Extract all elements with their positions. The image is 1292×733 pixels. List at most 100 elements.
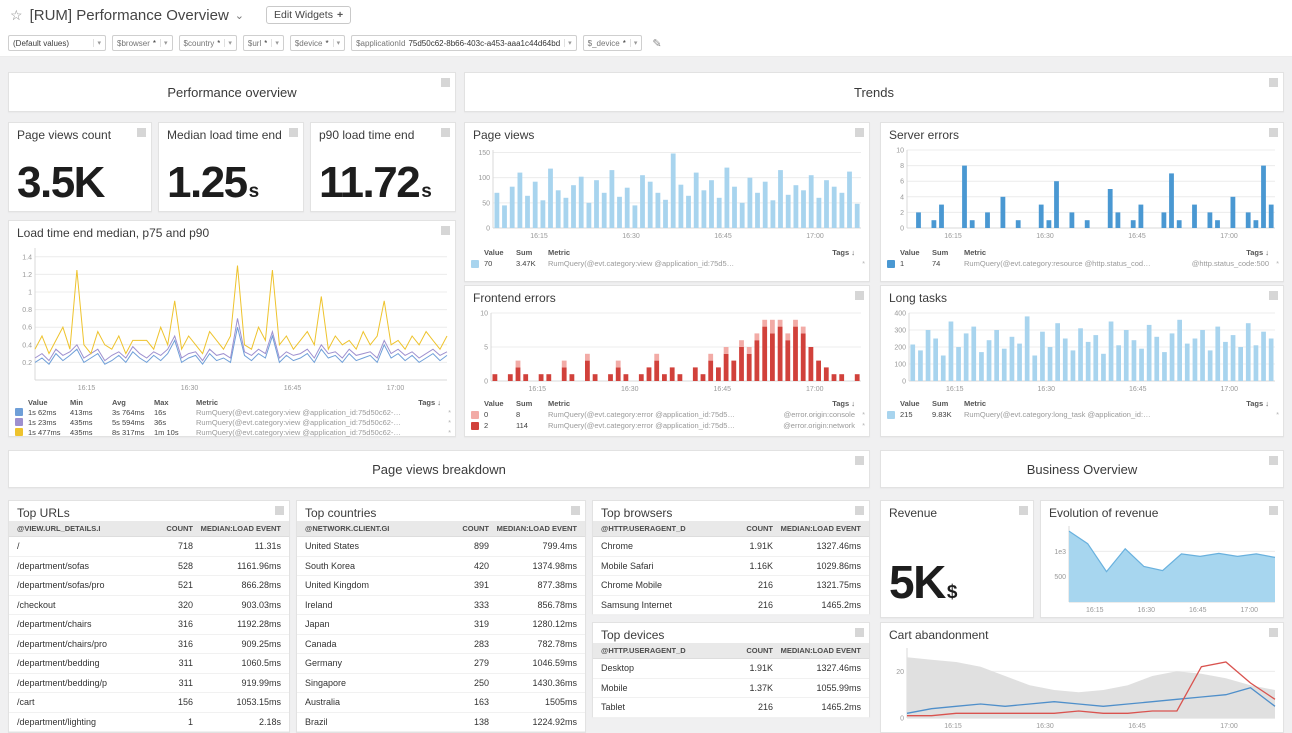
- legend-row[interactable]: 70 3.47K RumQuery(@evt.category:view @appl…: [471, 258, 865, 269]
- svg-text:17:00: 17:00: [1221, 386, 1239, 393]
- widget-title: Cart abandonment: [889, 628, 989, 642]
- widget-options-icon[interactable]: [275, 506, 284, 515]
- variable-value: *: [622, 38, 626, 48]
- frontend-errors-legend: Value Sum Metric Tags ↓ 0 8 RumQuery(@evt.cate…: [471, 398, 865, 431]
- widget-revenue-evolution[interactable]: Evolution of revenue 500 1e3 16:15 16:30 16:…: [1040, 500, 1284, 618]
- long-tasks-chart[interactable]: 0 100 200 300 400 16:15 16:30 16:45 17:00: [883, 308, 1281, 394]
- widget-options-icon[interactable]: [1269, 456, 1278, 465]
- value-text: 5K: [889, 556, 946, 608]
- table-row: United Kingdom 391 877.38ms: [297, 576, 585, 596]
- widget-page-views-count[interactable]: Page views count 3.5K: [8, 122, 152, 212]
- table-row: Chrome 1.91K 1327.46ms: [593, 537, 869, 557]
- svg-text:400: 400: [894, 311, 906, 318]
- widget-options-icon[interactable]: [1269, 128, 1278, 137]
- template-variable-country[interactable]: $country * ▾: [178, 35, 237, 51]
- group-performance-overview: Performance overview: [8, 72, 456, 112]
- widget-long-tasks[interactable]: Long tasks 0 100 200 300 400 16:15 16:30 16:45 1…: [880, 285, 1284, 437]
- legend-row[interactable]: 215 9.83K RumQuery(@evt.category:long_task…: [887, 409, 1279, 420]
- legend-row[interactable]: 1s 62ms 413ms 3s 764ms 16s RumQuery(@evt.cat…: [15, 407, 451, 417]
- svg-text:0: 0: [484, 379, 488, 386]
- widget-top-countries[interactable]: Top countries @NETWORK.CLIENT.GI COUNT MED…: [296, 500, 586, 733]
- widget-options-icon[interactable]: [1019, 506, 1028, 515]
- saved-views-select[interactable]: (Default values) ▾: [8, 35, 106, 51]
- favorite-star-icon[interactable]: ☆: [10, 7, 23, 24]
- widget-options-icon[interactable]: [1269, 628, 1278, 637]
- svg-text:500: 500: [1054, 574, 1066, 581]
- table-header: @HTTP.USERAGENT_D COUNT MEDIAN:LOAD EVENT: [593, 521, 869, 537]
- widget-options-icon[interactable]: [855, 628, 864, 637]
- widget-options-icon[interactable]: [441, 128, 450, 137]
- chart-svg: 0 20 16:15 16:30 16:45 17:00: [896, 648, 1276, 730]
- table-row: Ireland 333 856.78ms: [297, 595, 585, 615]
- top-devices-table: @HTTP.USERAGENT_D COUNT MEDIAN:LOAD EVENT D…: [593, 643, 869, 718]
- template-variable-_device[interactable]: $_device * ▾: [582, 35, 643, 51]
- widget-server-errors[interactable]: Server errors 0 2 4 6 8 10 16:15 16:30 16:45 17:0…: [880, 122, 1284, 282]
- widget-options-icon[interactable]: [571, 506, 580, 515]
- widget-options-icon[interactable]: [1269, 291, 1278, 300]
- widget-top-browsers[interactable]: Top browsers @HTTP.USERAGENT_D COUNT MEDIA…: [592, 500, 870, 615]
- widget-frontend-errors[interactable]: Frontend errors 0 5 10 16:15 16:30 16:45 17:00…: [464, 285, 870, 437]
- pencil-icon[interactable]: ✎: [652, 37, 661, 50]
- server-errors-legend: Value Sum Metric Tags ↓ 1 74 RumQuery(@evt.cat…: [887, 247, 1279, 269]
- svg-text:17:00: 17:00: [1220, 233, 1238, 240]
- widget-top-devices[interactable]: Top devices @HTTP.USERAGENT_D COUNT MEDIAN…: [592, 622, 870, 718]
- template-variables: $browser * ▾ $country * ▾ $url * ▾ $device * ▾ $appl…: [112, 35, 643, 51]
- revenue-evolution-chart[interactable]: 500 1e3 16:15 16:30 16:45 17:00: [1043, 521, 1281, 615]
- widget-p90-load-time[interactable]: p90 load time end 11.72 s: [310, 122, 456, 212]
- svg-text:10: 10: [480, 311, 488, 318]
- page-views-chart[interactable]: 0 50 100 150 16:15 16:30 16:45 17:00: [467, 145, 867, 241]
- widget-load-time-chart[interactable]: Load time end median, p75 and p90 0.2 0.4…: [8, 220, 456, 437]
- svg-text:17:00: 17:00: [806, 386, 824, 393]
- svg-text:5: 5: [484, 345, 488, 352]
- widget-title: Load time end median, p75 and p90: [17, 226, 210, 240]
- chevron-down-icon: ▾: [564, 39, 572, 47]
- chevron-down-icon: ▾: [629, 39, 637, 47]
- widget-options-icon[interactable]: [1269, 506, 1278, 515]
- table-row: /department/bedding/p 311 919.99ms: [9, 673, 289, 693]
- table-row: Japan 319 1280.12ms: [297, 615, 585, 635]
- edit-widgets-button[interactable]: Edit Widgets +: [266, 6, 352, 24]
- widget-page-views-chart[interactable]: Page views 0 50 100 150 16:15 16:30 16:45 17:00…: [464, 122, 870, 282]
- chevron-down-icon: ▾: [93, 39, 101, 47]
- widget-revenue[interactable]: Revenue 5K $: [880, 500, 1034, 618]
- widget-options-icon[interactable]: [289, 128, 298, 137]
- widget-options-icon[interactable]: [441, 226, 450, 235]
- svg-text:16:45: 16:45: [1128, 723, 1146, 730]
- template-variable-browser[interactable]: $browser * ▾: [112, 35, 173, 51]
- legend-row[interactable]: 0 8 RumQuery(@evt.category:error @applicat…: [471, 409, 865, 420]
- legend-row[interactable]: 1 74 RumQuery(@evt.category:resource @http…: [887, 258, 1279, 269]
- cart-abandonment-chart[interactable]: 0 20 16:15 16:30 16:45 17:00: [883, 643, 1281, 731]
- group-business-overview: Business Overview: [880, 450, 1284, 488]
- widget-median-load-time[interactable]: Median load time end 1.25 s: [158, 122, 304, 212]
- series-swatch: [471, 410, 479, 419]
- template-variable-applicationId[interactable]: $applicationId 75d50c62-8b66-403c-a453-aa…: [351, 35, 577, 51]
- variable-label: $country: [183, 38, 215, 48]
- long-tasks-legend: Value Sum Metric Tags ↓ 215 9.83K RumQuery(@ev…: [887, 398, 1279, 420]
- dashboard-title-menu[interactable]: [RUM] Performance Overview ⌄: [30, 7, 244, 24]
- load-time-chart[interactable]: 0.2 0.4 0.6 0.8 1 1.2 1.4 16:15 16:30 16:45 17:00: [11, 243, 453, 393]
- widget-options-icon[interactable]: [855, 128, 864, 137]
- svg-text:16:15: 16:15: [946, 386, 964, 393]
- variable-value: 75d50c62-8b66-403c-a453-aaa1c44d64bd: [408, 38, 561, 48]
- frontend-errors-chart[interactable]: 0 5 10 16:15 16:30 16:45 17:00: [467, 308, 867, 394]
- table-row: Brazil 138 1224.92ms: [297, 712, 585, 732]
- widget-options-icon[interactable]: [855, 456, 864, 465]
- svg-text:1: 1: [28, 290, 32, 297]
- svg-text:0: 0: [900, 226, 904, 233]
- widget-options-icon[interactable]: [855, 506, 864, 515]
- legend-row[interactable]: 2 114 RumQuery(@evt.category:error @applic…: [471, 420, 865, 431]
- legend-header: Value Min Avg Max Metric Tags ↓: [28, 397, 441, 407]
- widget-options-icon[interactable]: [1269, 78, 1278, 87]
- query-value: 11.72 s: [319, 161, 432, 205]
- legend-header: Value Sum Metric Tags ↓: [484, 248, 855, 257]
- legend-row[interactable]: 1s 477ms 435ms 8s 317ms 1m 10s RumQuery(@evt…: [15, 427, 451, 437]
- widget-top-urls[interactable]: Top URLs @VIEW.URL_DETAILS.I COUNT MEDIAN:…: [8, 500, 290, 733]
- template-variable-device[interactable]: $device * ▾: [289, 35, 346, 51]
- widget-options-icon[interactable]: [441, 78, 450, 87]
- server-errors-chart[interactable]: 0 2 4 6 8 10 16:15 16:30 16:45 17:00: [883, 145, 1281, 241]
- widget-options-icon[interactable]: [855, 291, 864, 300]
- widget-options-icon[interactable]: [137, 128, 146, 137]
- template-variable-url[interactable]: $url * ▾: [242, 35, 284, 51]
- widget-cart-abandonment[interactable]: Cart abandonment 0 20 16:15 16:30 16:45 17:00: [880, 622, 1284, 733]
- legend-row[interactable]: 1s 23ms 435ms 5s 594ms 36s RumQuery(@evt.cat…: [15, 417, 451, 427]
